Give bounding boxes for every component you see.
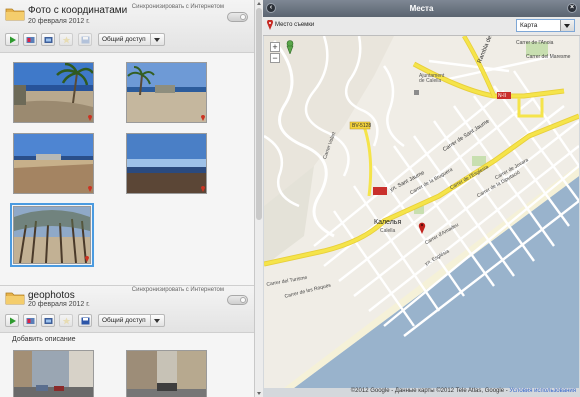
geotag-pin-icon xyxy=(201,186,205,192)
street-photo xyxy=(127,351,206,397)
chevron-down-icon[interactable] xyxy=(149,34,164,45)
geotag-pin-icon xyxy=(85,256,89,262)
sea-sunset-photo xyxy=(127,134,206,193)
movie-button[interactable] xyxy=(41,33,55,46)
geotag-pin-icon xyxy=(88,186,92,192)
street-label: Carrer de l'Anoia xyxy=(516,40,554,46)
map-view[interactable]: Rambla dels Fra... N-II BV-5128 ул. Sant… xyxy=(264,36,579,388)
photo-thumbnail[interactable] xyxy=(13,62,94,123)
sync-toggle[interactable] xyxy=(227,12,248,22)
slideshow-icon xyxy=(26,318,35,324)
places-toolbar: Место съемки Карта xyxy=(263,17,580,36)
star-button[interactable] xyxy=(59,33,73,46)
map-copyright: ©2012 Google - Данные карты ©2012 Tele A… xyxy=(351,388,576,394)
photo-thumbnail[interactable] xyxy=(13,133,94,194)
park-trees-photo xyxy=(14,207,90,263)
close-icon[interactable]: × xyxy=(567,3,577,13)
street-label: Carrer del Maresme xyxy=(526,54,571,60)
album-header-2: geophotos 20 февраля 2012 г. Синхронизир… xyxy=(0,285,254,333)
geotag-pin-icon xyxy=(201,115,205,121)
sync-toggle[interactable] xyxy=(227,295,248,305)
beach-palm-photo xyxy=(14,63,93,122)
star-button[interactable] xyxy=(59,314,73,327)
star-icon xyxy=(62,317,71,325)
movie-icon xyxy=(44,318,53,324)
album-date: 20 февраля 2012 г. xyxy=(28,301,90,308)
chevron-down-icon[interactable] xyxy=(560,20,574,31)
star-icon xyxy=(62,36,71,44)
album-title[interactable]: Фото с координатами xyxy=(28,5,127,16)
add-description-link[interactable]: Добавить описание xyxy=(12,336,76,343)
landmark-label: Ajuntament de Calella xyxy=(419,73,445,84)
album-header-1: Фото с координатами 20 февраля 2012 г. С… xyxy=(0,0,254,53)
slideshow-icon xyxy=(26,37,35,43)
photo-thumbnail[interactable] xyxy=(126,350,207,397)
play-icon xyxy=(10,317,16,325)
movie-button[interactable] xyxy=(41,314,55,327)
back-icon[interactable]: ‹ xyxy=(266,3,276,13)
movie-icon xyxy=(44,37,53,43)
share-button[interactable]: Общий доступ xyxy=(98,314,165,327)
sync-label: Синхронизировать с Интернетом xyxy=(131,4,224,10)
street-photo xyxy=(14,351,93,397)
album-title[interactable]: geophotos xyxy=(28,290,75,301)
map-type-value: Карта xyxy=(520,22,538,29)
sync-label: Синхронизировать с Интернетом xyxy=(131,287,224,293)
folder-icon xyxy=(5,292,25,305)
panel-title-bar: ‹ Места × xyxy=(263,0,580,17)
places-panel: ‹ Места × Место съемки Карта N-II BV-512… xyxy=(263,0,580,397)
scroll-up-icon[interactable] xyxy=(257,2,261,5)
album-pane: Фото с координатами 20 февраля 2012 г. С… xyxy=(0,0,254,397)
slideshow-button[interactable] xyxy=(23,33,37,46)
share-button-label: Общий доступ xyxy=(102,36,146,43)
town-sublabel: Calella xyxy=(380,228,396,234)
save-button[interactable] xyxy=(78,314,92,327)
chevron-down-icon[interactable] xyxy=(149,315,164,326)
save-button[interactable] xyxy=(78,33,92,46)
terms-link[interactable]: Условия использования xyxy=(509,388,576,394)
zoom-in-button[interactable]: + xyxy=(270,42,280,52)
place-label: Место съемки xyxy=(275,22,315,28)
left-scrollbar[interactable] xyxy=(254,0,263,397)
panel-title: Места xyxy=(409,4,434,13)
geotag-pin-icon xyxy=(88,115,92,121)
play-button[interactable] xyxy=(5,33,19,46)
scrollbar-thumb[interactable] xyxy=(256,8,262,220)
photo-thumbnail-selected[interactable] xyxy=(10,203,94,267)
street-view-pegman-icon[interactable] xyxy=(285,40,295,54)
road-shield-label: N-II xyxy=(498,93,507,99)
share-button-label: Общий доступ xyxy=(102,317,146,324)
beach-palm-photo xyxy=(127,63,206,122)
map-type-select[interactable]: Карта xyxy=(516,19,575,32)
play-icon xyxy=(10,36,16,44)
beach-photo xyxy=(14,134,93,193)
zoom-out-button[interactable]: − xyxy=(270,53,280,63)
share-button[interactable]: Общий доступ xyxy=(98,33,165,46)
map-pin-icon xyxy=(267,20,273,30)
photo-thumbnail[interactable] xyxy=(126,62,207,123)
road-shield-label: BV-5128 xyxy=(352,123,372,129)
street-map xyxy=(264,36,579,388)
scroll-down-icon[interactable] xyxy=(257,392,261,395)
save-icon xyxy=(81,36,90,44)
town-label: Калелья xyxy=(374,219,402,226)
album-date: 20 февраля 2012 г. xyxy=(28,18,90,25)
slideshow-button[interactable] xyxy=(23,314,37,327)
copyright-text: ©2012 Google - Данные карты ©2012 Tele A… xyxy=(350,388,508,394)
photo-thumbnail[interactable] xyxy=(13,350,94,397)
save-icon xyxy=(81,317,90,325)
photo-thumbnail[interactable] xyxy=(126,133,207,194)
folder-icon xyxy=(5,8,25,21)
play-button[interactable] xyxy=(5,314,19,327)
